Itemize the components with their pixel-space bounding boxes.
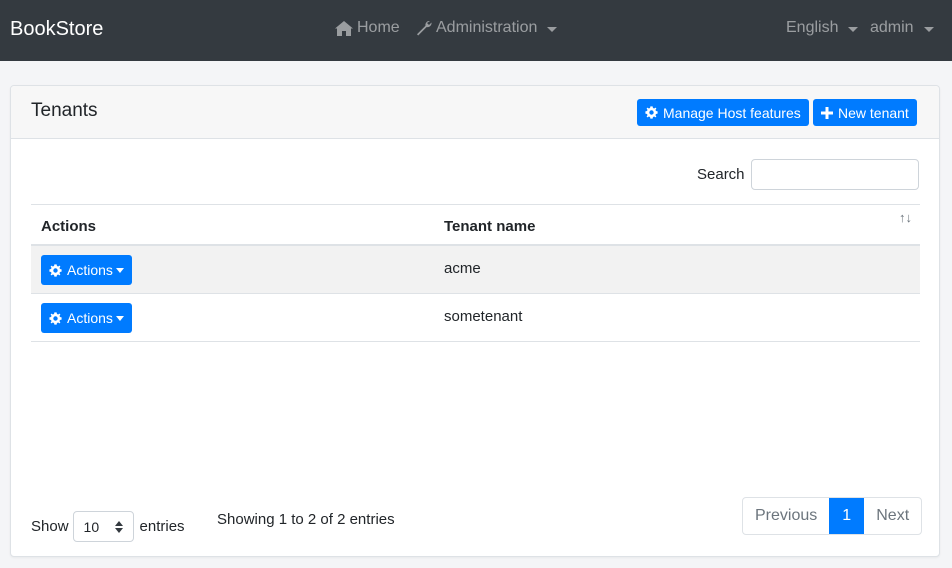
table-header: Actions Tenant name ↑↓ xyxy=(31,204,920,246)
search-label: Search xyxy=(697,166,745,183)
caret-down-icon xyxy=(115,315,124,321)
pagination-page-1[interactable]: 1 xyxy=(829,498,865,534)
chevron-down-icon xyxy=(923,26,934,32)
tenant-name-cell: sometenant xyxy=(444,308,523,325)
pagination-next[interactable]: Next xyxy=(864,498,921,534)
column-header-actions: Actions xyxy=(41,218,97,235)
nav-home-label: Home xyxy=(357,19,400,36)
column-header-tenant-name[interactable]: Tenant name xyxy=(444,218,535,235)
manage-host-features-label: Manage Host features xyxy=(663,104,801,121)
language-label: English xyxy=(786,19,839,36)
nav-administration[interactable]: Administration xyxy=(416,19,558,37)
caret-down-icon xyxy=(115,267,124,273)
gear-icon xyxy=(49,311,62,325)
search-input[interactable] xyxy=(751,159,919,190)
show-label: Show xyxy=(31,518,69,535)
tenant-name-cell: acme xyxy=(444,260,481,277)
tenants-table: Actions Tenant name ↑↓ Actions acme Acti… xyxy=(31,204,920,342)
entries-label: entries xyxy=(139,518,185,535)
plus-icon xyxy=(821,106,833,119)
new-tenant-button[interactable]: New tenant xyxy=(813,99,917,126)
user-dropdown[interactable]: admin xyxy=(870,19,934,37)
card-header: Tenants Manage Host features New tenant xyxy=(11,86,939,139)
select-arrows-icon xyxy=(114,520,123,533)
page-size-select[interactable]: 10 xyxy=(72,511,134,542)
row-actions-button[interactable]: Actions xyxy=(41,303,132,333)
top-navbar: BookStore Home Administration English ad… xyxy=(0,0,952,61)
chevron-down-icon xyxy=(547,26,558,32)
gear-icon xyxy=(49,263,62,277)
page-size-control: Show 10 entries xyxy=(31,511,185,542)
pagination: Previous 1 Next xyxy=(742,497,923,535)
brand-logo[interactable]: BookStore xyxy=(10,18,103,41)
home-icon xyxy=(335,20,353,36)
nav-administration-label: Administration xyxy=(436,19,538,36)
table-row: Actions acme xyxy=(31,246,920,294)
page-size-value: 10 xyxy=(83,518,100,535)
manage-host-features-button[interactable]: Manage Host features xyxy=(637,99,809,126)
table-row: Actions sometenant xyxy=(31,294,920,342)
row-actions-label: Actions xyxy=(67,310,113,326)
tenants-card: Tenants Manage Host features New tenant … xyxy=(10,85,940,557)
user-label: admin xyxy=(870,19,914,36)
wrench-icon xyxy=(416,20,432,36)
gear-icon xyxy=(645,106,658,119)
sort-icon[interactable]: ↑↓ xyxy=(899,210,912,225)
row-actions-button[interactable]: Actions xyxy=(41,255,132,285)
language-dropdown[interactable]: English xyxy=(786,19,859,37)
row-actions-label: Actions xyxy=(67,262,113,278)
new-tenant-label: New tenant xyxy=(838,104,909,121)
chevron-down-icon xyxy=(848,26,859,32)
page-title: Tenants xyxy=(31,100,98,121)
nav-home[interactable]: Home xyxy=(335,19,400,37)
pagination-previous[interactable]: Previous xyxy=(743,498,829,534)
table-info: Showing 1 to 2 of 2 entries xyxy=(217,511,395,528)
